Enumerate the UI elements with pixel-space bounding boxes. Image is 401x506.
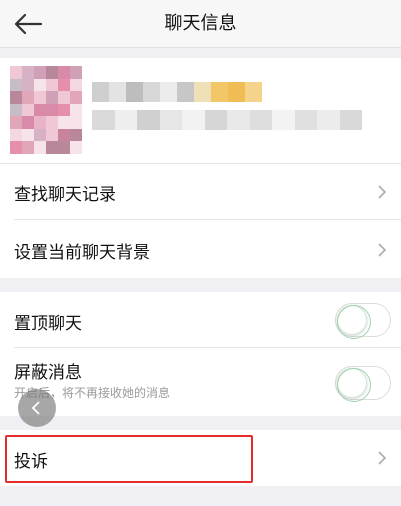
highlight-box xyxy=(5,435,253,483)
toggle-knob xyxy=(337,368,371,402)
menu-group-2: 置顶聊天 屏蔽消息 开启后，将不再接收她的消息 xyxy=(0,292,401,416)
row-label: 设置当前聊天背景 xyxy=(14,243,150,263)
toggle-knob xyxy=(337,305,371,339)
set-chat-background-row[interactable]: 设置当前聊天背景 xyxy=(0,220,401,278)
row-label: 屏蔽消息 xyxy=(14,363,82,383)
page-title: 聊天信息 xyxy=(164,13,237,34)
chevron-right-icon xyxy=(378,451,387,465)
blurred-info xyxy=(92,110,362,130)
mute-messages-row: 屏蔽消息 开启后，将不再接收她的消息 xyxy=(0,348,401,416)
menu-group-1: 查找聊天记录 设置当前聊天背景 xyxy=(0,164,401,278)
blurred-name xyxy=(92,82,262,102)
chevron-right-icon xyxy=(378,243,387,257)
navigation-bar: 聊天信息 xyxy=(0,0,401,48)
chevron-left-icon xyxy=(31,401,40,415)
avatar[interactable] xyxy=(10,66,82,154)
row-label: 置顶聊天 xyxy=(14,314,82,334)
sticky-chat-toggle[interactable] xyxy=(335,303,391,339)
row-label: 查找聊天记录 xyxy=(14,185,116,205)
sticky-chat-row: 置顶聊天 xyxy=(0,292,401,348)
profile-card[interactable] xyxy=(0,58,401,164)
chevron-right-icon xyxy=(378,185,387,199)
floating-back-button[interactable] xyxy=(18,389,56,427)
find-chat-history-row[interactable]: 查找聊天记录 xyxy=(0,164,401,220)
mute-messages-toggle[interactable] xyxy=(335,366,391,402)
